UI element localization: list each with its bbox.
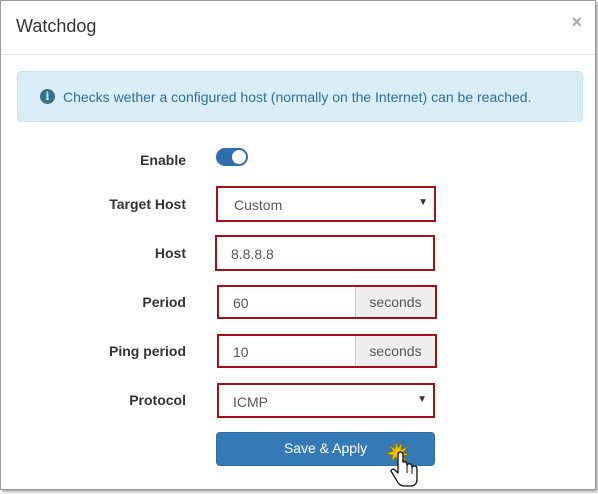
- ping-period-value: 10: [233, 344, 249, 360]
- enable-label: Enable: [140, 152, 186, 168]
- protocol-value: ICMP: [233, 394, 268, 410]
- period-unit: seconds: [369, 294, 422, 310]
- host-input[interactable]: 8.8.8.8: [215, 235, 435, 271]
- ping-period-unit: seconds: [369, 343, 422, 359]
- target-host-select[interactable]: Custom ▼: [216, 186, 436, 222]
- protocol-select[interactable]: ICMP ▼: [217, 383, 435, 418]
- host-value: 8.8.8.8: [231, 246, 274, 262]
- target-host-label: Target Host: [109, 196, 186, 212]
- period-input[interactable]: 60 seconds: [217, 285, 437, 319]
- watchdog-dialog: Watchdog × i Checks wether a configured …: [0, 0, 596, 490]
- protocol-label: Protocol: [129, 392, 186, 408]
- ping-period-unit-addon: seconds: [355, 336, 435, 366]
- period-label: Period: [142, 294, 186, 310]
- dialog-title: Watchdog: [16, 16, 97, 36]
- chevron-down-icon: ▼: [417, 394, 427, 405]
- target-host-value: Custom: [234, 197, 283, 213]
- ping-period-input[interactable]: 10 seconds: [217, 334, 437, 368]
- toggle-knob: [232, 150, 246, 164]
- hand-cursor-icon: [384, 440, 418, 487]
- enable-toggle[interactable]: [216, 148, 248, 166]
- period-unit-addon: seconds: [355, 287, 435, 317]
- info-alert: i Checks wether a configured host (norma…: [17, 71, 583, 122]
- period-value: 60: [233, 295, 249, 311]
- chevron-down-icon: ▼: [418, 197, 428, 208]
- dialog-header: Watchdog ×: [1, 1, 595, 55]
- ping-period-label: Ping period: [109, 343, 186, 359]
- host-label: Host: [154, 245, 186, 261]
- info-icon: i: [40, 89, 55, 104]
- close-icon[interactable]: ×: [571, 13, 582, 31]
- alert-text: Checks wether a configured host (normall…: [63, 89, 532, 105]
